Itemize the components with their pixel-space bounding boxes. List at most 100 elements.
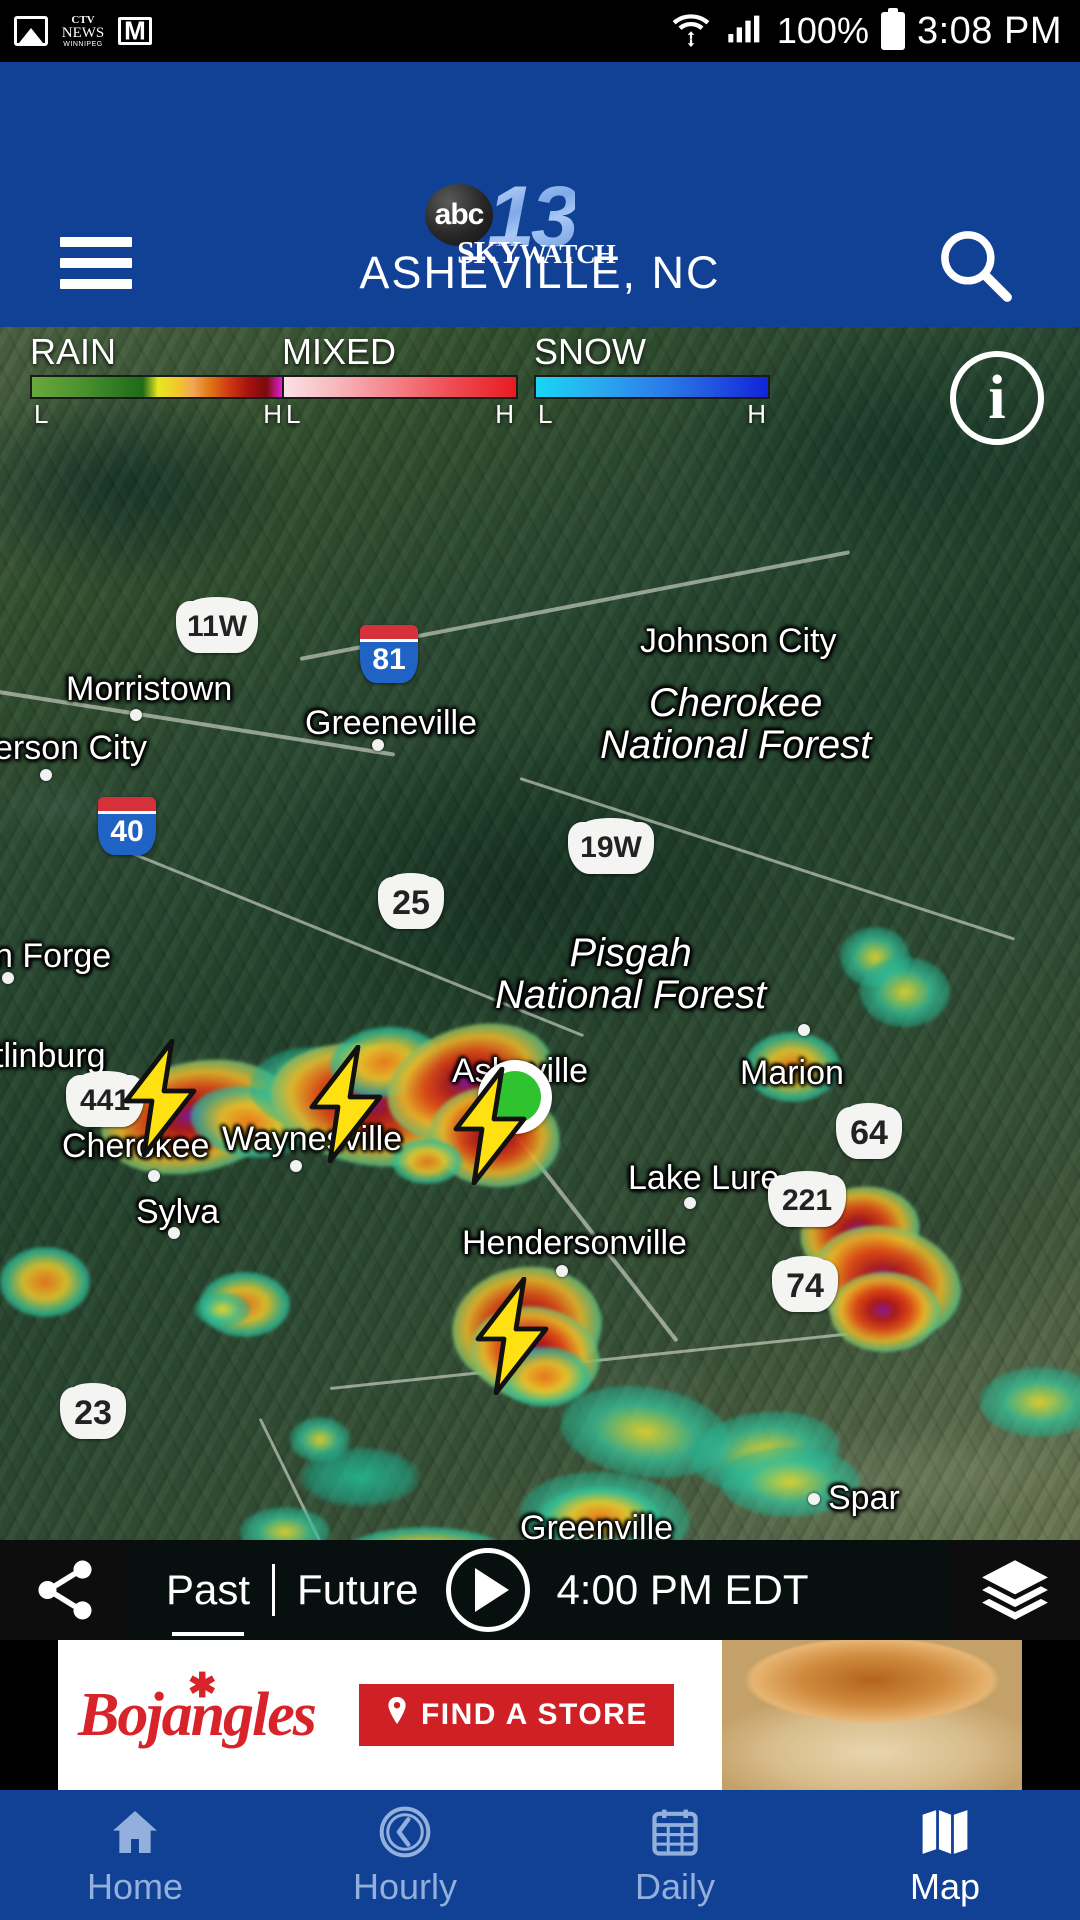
abc-logo-text: abc <box>434 198 485 231</box>
highway-shield-40: 40 <box>98 797 156 855</box>
map-city-label: Greenville <box>520 1509 674 1540</box>
timestamp-label: 4:00 PM EDT <box>556 1566 809 1613</box>
ad-banner[interactable]: ✱ Bojangles FIND A STORE <box>0 1640 1080 1790</box>
map-city-dot <box>130 709 142 721</box>
gmail-icon <box>118 17 152 45</box>
map-icon <box>917 1802 973 1860</box>
ad-content[interactable]: ✱ Bojangles FIND A STORE <box>58 1640 1022 1790</box>
radar-map[interactable]: Johnson City Morristown Greeneville erson C… <box>0 327 1080 1540</box>
radar-cell <box>300 1447 420 1507</box>
map-city-label: Hendersonville <box>462 1224 687 1262</box>
legend-snow-label: SNOW <box>534 331 646 372</box>
nav-item-home[interactable]: Home <box>0 1790 270 1920</box>
map-forest-label: Cherokee National Forest <box>600 681 872 767</box>
status-bar-notifications: CTV NEWS WINNIPEG <box>0 10 152 52</box>
map-city-label: erson City <box>0 729 148 767</box>
nav-label-home: Home <box>86 1866 184 1907</box>
map-city-label: Johnson City <box>640 622 837 660</box>
radar-cell <box>340 1527 510 1540</box>
lightning-bolt-icon <box>300 1044 392 1168</box>
map-city-dot <box>372 739 384 751</box>
bottom-navigation: Home Hourly Daily Map <box>0 1790 1080 1920</box>
map-city-dot <box>2 972 14 984</box>
map-control-bar: Past Future 4:00 PM EDT <box>0 1540 1080 1640</box>
info-icon[interactable]: i <box>950 351 1044 445</box>
radar-cell <box>240 1507 330 1540</box>
radar-cell <box>0 1247 90 1317</box>
star-icon: ✱ <box>188 1667 216 1705</box>
map-city-dot <box>40 769 52 781</box>
page-title: ASHEVILLE, NC <box>359 247 721 298</box>
nav-item-daily[interactable]: Daily <box>540 1790 810 1920</box>
radar-cell <box>830 1272 940 1352</box>
radar-cell <box>195 1292 250 1327</box>
past-tab[interactable]: Past <box>166 1566 250 1636</box>
home-icon <box>107 1802 163 1860</box>
legend-rain-high: H <box>263 399 282 429</box>
highway-shield-81: 81 <box>360 625 418 683</box>
legend-mixed-high: H <box>495 399 514 429</box>
map-city-label: Marion <box>740 1054 844 1092</box>
nav-label-daily: Daily <box>634 1866 715 1907</box>
status-bar: CTV NEWS WINNIPEG 100% 3:08 PM <box>0 0 1080 62</box>
ad-cta-label: FIND A STORE <box>420 1698 648 1731</box>
lightning-bolt-icon <box>466 1276 558 1400</box>
legend-snow-high: H <box>747 399 766 429</box>
lightning-bolt-icon <box>444 1066 536 1190</box>
map-city-dot <box>168 1227 180 1239</box>
battery-icon <box>880 12 905 50</box>
radar-cell <box>980 1367 1080 1437</box>
layers-icon[interactable] <box>950 1540 1080 1640</box>
share-button[interactable] <box>0 1540 130 1640</box>
legend-rain-gradient <box>30 375 286 399</box>
future-tab[interactable]: Future <box>297 1566 418 1614</box>
nav-label-map: Map <box>909 1866 981 1907</box>
ctv-logo-line2: NEWS <box>61 24 105 41</box>
radar-legend: RAIN L H MIXED L H SNOW L H i <box>0 327 1080 445</box>
legend-mixed-label: MIXED <box>282 331 397 372</box>
legend-snow-gradient <box>534 375 770 399</box>
find-a-store-button[interactable]: FIND A STORE <box>358 1684 674 1746</box>
map-city-dot <box>798 1024 810 1036</box>
ctv-logo-line1: CTV <box>71 13 95 26</box>
highway-shield-11W: 11W <box>176 601 258 653</box>
map-city-label: Lake Lure <box>628 1159 780 1197</box>
nav-item-map[interactable]: Map <box>810 1790 1080 1920</box>
map-city-dot <box>808 1493 820 1505</box>
map-city-label: Sylva <box>136 1193 220 1231</box>
calendar-icon <box>647 1802 703 1860</box>
map-city-label: n Forge <box>0 937 112 975</box>
ctv-news-icon: CTV NEWS WINNIPEG <box>61 10 105 52</box>
app-header: abc 13 SKYWATCH ASHEVILLE, NC <box>0 62 1080 327</box>
legend-snow-low: L <box>538 399 553 429</box>
highway-shield-64: 64 <box>836 1107 902 1159</box>
ad-product-image <box>722 1640 1022 1790</box>
legend-mixed-gradient <box>282 375 518 399</box>
legend-rain-label: RAIN <box>30 331 117 372</box>
search-icon[interactable] <box>932 222 1018 308</box>
map-city-dot <box>684 1197 696 1209</box>
status-bar-clock: 3:08 PM <box>916 9 1062 52</box>
legend-rain-low: L <box>34 399 49 429</box>
nav-item-hourly[interactable]: Hourly <box>270 1790 540 1920</box>
highway-shield-221: 221 <box>768 1175 846 1227</box>
highway-shield-74: 74 <box>772 1260 838 1312</box>
location-pin-icon <box>385 1696 409 1734</box>
map-city-dot <box>148 1170 160 1182</box>
tab-divider <box>272 1564 276 1616</box>
map-forest-label: Pisgah National Forest <box>495 931 767 1017</box>
highway-shield-23: 23 <box>60 1387 126 1439</box>
clock-icon <box>377 1802 433 1860</box>
map-city-label: Greeneville <box>305 704 477 742</box>
radar-cell <box>860 957 950 1027</box>
map-city-label: tlinburg <box>0 1037 106 1075</box>
timeline-controls: Past Future 4:00 PM EDT <box>130 1540 950 1640</box>
map-city-label: Spar <box>828 1479 900 1517</box>
ctv-logo-line3: WINNIPEG <box>63 40 103 48</box>
status-bar-system: 100% 3:08 PM <box>669 7 1080 56</box>
legend-mixed-low: L <box>286 399 301 429</box>
play-icon[interactable] <box>446 1548 531 1632</box>
highway-shield-25: 25 <box>378 877 444 929</box>
lightning-bolt-icon <box>114 1038 206 1162</box>
cell-signal-icon <box>725 9 765 54</box>
